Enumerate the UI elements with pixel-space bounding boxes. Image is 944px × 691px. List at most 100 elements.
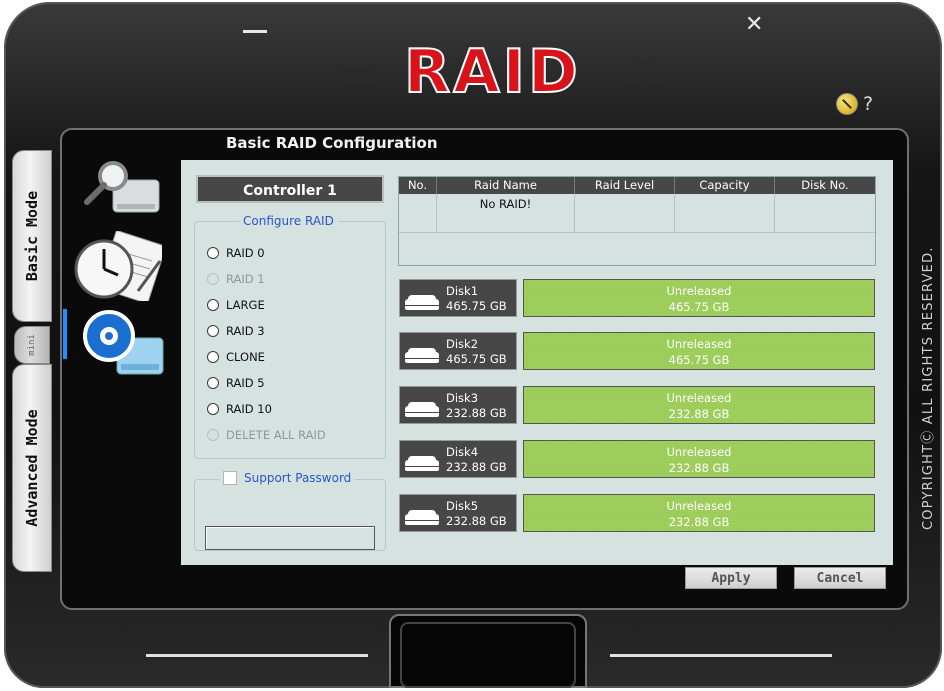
disk-button[interactable]: Disk5 232.88 GB (399, 494, 517, 532)
raid-table: No. Raid Name Raid Level Capacity Disk N… (398, 176, 876, 266)
column-header-raid-name: Raid Name (437, 177, 575, 194)
disk-status-label: Unreleased (666, 284, 732, 298)
active-nav-indicator (63, 309, 67, 359)
logo-shadow (608, 56, 678, 90)
radio-button[interactable] (207, 351, 219, 363)
disk-size: 232.88 GB (446, 514, 507, 528)
disk-status-size: 232.88 GB (668, 407, 730, 421)
disk-size: 465.75 GB (446, 299, 507, 313)
disk-button[interactable]: Disk2 465.75 GB (399, 332, 517, 370)
raid-config-icon[interactable] (77, 308, 167, 378)
disk-row: Disk2 465.75 GB Unreleased 465.75 GB (399, 332, 877, 370)
table-cell (775, 194, 875, 232)
copyright-text: COPYRIGHTⒸ ALL RIGHTS RESERVED. (921, 246, 936, 530)
bottom-dock-inner (400, 622, 576, 688)
tab-label: mini (27, 334, 37, 356)
raid-option-raid10[interactable]: RAID 10 (207, 400, 272, 418)
disk-info-icon[interactable] (77, 158, 167, 228)
raid-option-raid0[interactable]: RAID 0 (207, 244, 265, 262)
hard-drive-icon (405, 295, 439, 310)
raid-option-raid3[interactable]: RAID 3 (207, 322, 265, 340)
bottom-divider (610, 654, 832, 657)
disk-size: 232.88 GB (446, 406, 507, 420)
disk-status-size: 465.75 GB (668, 300, 730, 314)
support-password-checkbox[interactable] (223, 471, 237, 485)
hard-drive-icon (405, 348, 439, 363)
close-button[interactable]: ✕ (745, 14, 763, 36)
disk-size: 232.88 GB (446, 460, 507, 474)
tools-icon[interactable] (836, 93, 858, 115)
disk-status[interactable]: Unreleased 232.88 GB (523, 440, 875, 478)
radio-button[interactable] (207, 403, 219, 415)
column-header-raid-level: Raid Level (575, 177, 675, 194)
table-cell (575, 194, 675, 232)
controller-button[interactable]: Controller 1 (196, 175, 384, 203)
radio-button[interactable] (207, 247, 219, 259)
option-label: DELETE ALL RAID (226, 428, 326, 442)
support-password-legend: Support Password (219, 471, 356, 485)
password-field[interactable] (205, 526, 375, 550)
raid-option-delete-all: DELETE ALL RAID (207, 426, 326, 444)
minimize-button[interactable] (243, 30, 267, 33)
raid-option-raid5[interactable]: RAID 5 (207, 374, 265, 392)
panel-title: Basic RAID Configuration (226, 134, 438, 152)
tab-advanced-mode[interactable]: Advanced Mode (12, 364, 52, 572)
help-button[interactable]: ? (863, 93, 873, 115)
disk-status-size: 232.88 GB (668, 515, 730, 529)
tab-basic-mode[interactable]: Basic Mode (12, 150, 52, 322)
disk-button[interactable]: Disk3 232.88 GB (399, 386, 517, 424)
disk-status-label: Unreleased (666, 391, 732, 405)
disk-status-size: 465.75 GB (668, 353, 730, 367)
option-label: RAID 1 (226, 272, 265, 286)
cancel-button[interactable]: Cancel (794, 567, 886, 589)
disk-name: Disk4 (446, 445, 479, 459)
disk-status[interactable]: Unreleased 465.75 GB (523, 332, 875, 370)
disk-size: 465.75 GB (446, 352, 507, 366)
option-label: RAID 5 (226, 376, 265, 390)
column-header-no: No. (399, 177, 437, 194)
tab-mini-mode[interactable]: mini (14, 326, 50, 364)
option-label: RAID 10 (226, 402, 272, 416)
disk-name: Disk5 (446, 499, 479, 513)
option-label: LARGE (226, 298, 265, 312)
disk-button[interactable]: Disk1 465.75 GB (399, 279, 517, 317)
apply-button[interactable]: Apply (685, 567, 777, 589)
tab-label: Basic Mode (23, 190, 41, 282)
disk-status-label: Unreleased (666, 499, 732, 513)
bottom-divider (146, 654, 368, 657)
radio-button[interactable] (207, 299, 219, 311)
support-password-label: Support Password (244, 471, 352, 485)
table-row[interactable]: No RAID! (399, 194, 875, 233)
disk-name: Disk3 (446, 391, 479, 405)
disk-row: Disk3 232.88 GB Unreleased 232.88 GB (399, 386, 877, 424)
table-cell (399, 194, 437, 232)
option-label: RAID 3 (226, 324, 265, 338)
disk-button[interactable]: Disk4 232.88 GB (399, 440, 517, 478)
hard-drive-icon (405, 456, 439, 471)
table-cell (675, 194, 775, 232)
disk-row: Disk4 232.88 GB Unreleased 232.88 GB (399, 440, 877, 478)
raid-option-clone[interactable]: CLONE (207, 348, 265, 366)
disk-name: Disk2 (446, 337, 479, 351)
radio-button[interactable] (207, 325, 219, 337)
radio-button (207, 273, 219, 285)
configure-raid-legend: Configure RAID (239, 214, 338, 228)
disk-row: Disk1 465.75 GB Unreleased 465.75 GB (399, 279, 877, 317)
raid-option-large[interactable]: LARGE (207, 296, 265, 314)
option-label: CLONE (226, 350, 265, 364)
radio-button (207, 429, 219, 441)
option-label: RAID 0 (226, 246, 265, 260)
disk-status[interactable]: Unreleased 232.88 GB (523, 494, 875, 532)
schedule-icon[interactable] (72, 231, 162, 301)
disk-status[interactable]: Unreleased 465.75 GB (523, 279, 875, 317)
disk-status-label: Unreleased (666, 445, 732, 459)
disk-name: Disk1 (446, 284, 479, 298)
radio-button[interactable] (207, 377, 219, 389)
tab-label: Advanced Mode (23, 409, 41, 527)
disk-status[interactable]: Unreleased 232.88 GB (523, 386, 875, 424)
column-header-capacity: Capacity (675, 177, 775, 194)
app-logo: RAID (403, 37, 581, 107)
disk-row: Disk5 232.88 GB Unreleased 232.88 GB (399, 494, 877, 532)
hard-drive-icon (405, 510, 439, 525)
raid-option-raid1: RAID 1 (207, 270, 265, 288)
